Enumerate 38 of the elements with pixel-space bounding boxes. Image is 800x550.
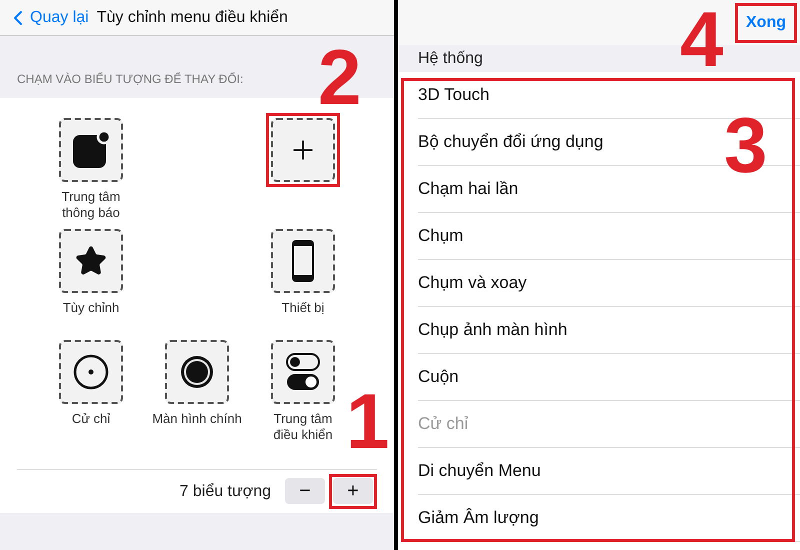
icon-slot[interactable] <box>59 118 123 182</box>
list-item[interactable]: Chụp ảnh màn hình <box>418 317 568 343</box>
home-button-icon <box>179 354 215 390</box>
icon-slot[interactable] <box>59 229 123 293</box>
section-header: CHẠM VÀO BIỂU TƯỢNG ĐỂ THAY ĐỔI: <box>17 71 244 88</box>
stepper-button[interactable]: + <box>333 478 373 504</box>
phone-icon <box>291 239 315 283</box>
icon-slot[interactable] <box>59 340 123 404</box>
icon-count: 7 biểu tượng <box>180 482 271 502</box>
list-item[interactable]: Chụm <box>418 223 464 249</box>
icon-label: Tùy chỉnh <box>62 300 120 316</box>
screen-title: Tùy chỉnh menu điều khiển <box>96 8 288 28</box>
step-number: 2 <box>318 38 362 116</box>
circle-dot-icon <box>73 354 109 390</box>
list-item[interactable]: Chạm hai lần <box>418 176 518 202</box>
icon-label: Màn hình chính <box>152 411 242 427</box>
list-item[interactable]: Bộ chuyển đổi ứng dụng <box>418 129 604 155</box>
icon-slot[interactable] <box>271 229 335 293</box>
icon-label: Trung tâm thông báo <box>62 189 120 221</box>
back-button[interactable]: Quay lại <box>6 6 89 30</box>
notification-icon <box>71 130 111 170</box>
icon-label: Cử chỉ <box>72 411 110 427</box>
list-item[interactable]: Chụm và xoay <box>418 270 527 296</box>
star-icon <box>75 245 107 277</box>
stepper-button[interactable]: − <box>285 478 325 504</box>
list-item[interactable]: Di chuyển Menu <box>418 458 541 484</box>
list-item[interactable]: 3D Touch <box>418 82 490 108</box>
section-title: Hệ thống <box>418 48 483 68</box>
icon-slot[interactable] <box>271 340 335 404</box>
icon-label: Thiết bị <box>282 300 324 316</box>
icon-slot[interactable] <box>165 340 229 404</box>
icon-label: Trung tâm điều khiển <box>273 411 333 443</box>
step-number: 1 <box>346 382 390 460</box>
toggles-icon <box>286 352 320 392</box>
list-item[interactable]: Cuộn <box>418 364 459 390</box>
list-item[interactable]: Giảm Âm lượng <box>418 505 539 531</box>
step-number: 4 <box>680 0 724 78</box>
step-number: 3 <box>724 106 768 184</box>
